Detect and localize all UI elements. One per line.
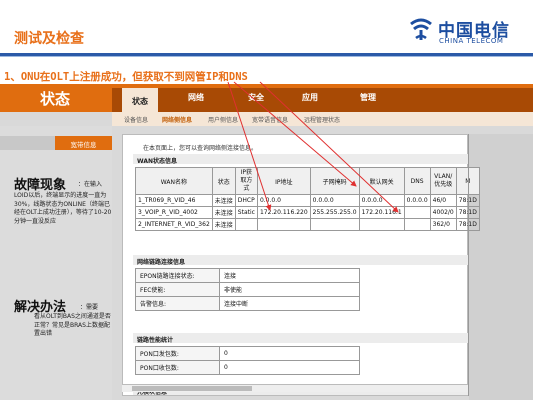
left-menu: 宽带信息	[0, 126, 112, 400]
link-table: EPON链路连接状态: 连接 FEC使能: 非使能 告警信息: 连接中断	[135, 268, 360, 311]
cell: 46/0	[429, 194, 457, 207]
cell: 0.0.0.0	[309, 194, 360, 207]
phenomenon-title: 故障现象	[14, 178, 67, 193]
phenomenon-lead: ：在输入	[78, 181, 103, 188]
cell: 172.20.116.220	[256, 206, 311, 219]
table-row: 2_INTERNET_R_VID_362 未连接 362/0 78:1D	[135, 218, 480, 231]
table-row: 1_TR069_R_VID_46 未连接 DHCP 0.0.0.0 0.0.0.…	[135, 194, 480, 207]
kv-key: PON口收包数:	[135, 360, 220, 375]
status-heading: 状态	[40, 90, 71, 108]
phenomenon-text: LOID以后，终端显示的进度一直为30%，线路状态为ONLINE（终端已经在OL…	[14, 192, 112, 225]
table-row: 3_VOIP_R_VID_4002 未连接 Static 172.20.116.…	[135, 206, 480, 219]
sub-nav: 设备信息 网络侧信息 用户侧信息 宽带语音信息 远程管理状态	[112, 112, 533, 126]
subtab-network-info[interactable]: 网络侧信息	[162, 115, 192, 124]
col-header: 状态	[211, 167, 236, 195]
kv-value: 连接中断	[219, 296, 360, 311]
subtab-remote-mgmt[interactable]: 远程管理状态	[304, 115, 340, 124]
cell: 3_VOIP_R_VID_4002	[135, 206, 213, 219]
col-header: VLAN/优先级	[429, 167, 457, 195]
table-row: 告警信息: 连接中断	[135, 296, 360, 311]
col-header: 默认网关	[358, 167, 405, 195]
cell: 2_INTERNET_R_VID_362	[135, 218, 213, 231]
horizontal-scrollbar[interactable]	[122, 384, 468, 392]
col-header: 子网掩码	[309, 167, 360, 195]
tab-status[interactable]: 状态	[122, 88, 158, 112]
cell: 362/0	[429, 218, 457, 231]
kv-value: 0	[219, 346, 360, 361]
telecom-logo-icon	[410, 18, 432, 40]
col-header: WAN名称	[135, 167, 213, 195]
cell	[256, 218, 311, 231]
solution-text: 看从OLT到BAS之间通道是否正常？常见是BRAS上数据配置出错	[34, 313, 111, 337]
wan-section-title: WAN状态信息	[133, 154, 469, 165]
cell: 4002/0	[429, 206, 457, 219]
table-row: EPON链路连接状态: 连接	[135, 268, 360, 283]
col-header: IP获取方式	[234, 167, 258, 195]
kv-key: PON口发包数:	[135, 346, 220, 361]
tab-application[interactable]: 应用	[302, 92, 318, 103]
page-hint: 在本页面上，您可以查询网络侧连接信息。	[143, 145, 258, 152]
tab-network[interactable]: 网络	[188, 92, 204, 103]
cell: 未连接	[211, 218, 236, 231]
logo-english-text: CHINA TELECOM	[439, 37, 504, 45]
col-header: DNS	[403, 167, 431, 195]
col-header: IP地址	[256, 167, 311, 195]
subtab-user-info[interactable]: 用户侧信息	[208, 115, 238, 124]
left-menu-item[interactable]: 宽带信息	[55, 136, 112, 150]
cell: 未连接	[211, 194, 236, 207]
cell	[309, 218, 360, 231]
perf-table: PON口发包数: 0 PON口收包数: 0	[135, 346, 360, 375]
left-menu-spacer	[0, 136, 55, 150]
main-nav: 状态 网络 安全 应用 管理	[112, 88, 533, 112]
router-admin-ui: 状态 状态 网络 安全 应用 管理 设备信息 网络侧信息 用户侧信息 宽带语音信…	[0, 84, 533, 400]
router-topbar: 状态 状态 网络 安全 应用 管理	[0, 84, 533, 112]
subtab-device-info[interactable]: 设备信息	[124, 115, 148, 124]
link-section-title: 网络链路连接信息	[133, 255, 469, 266]
cell: DHCP	[234, 194, 258, 207]
perf-section-title: 链路性能统计	[133, 333, 469, 344]
kv-key: EPON链路连接状态:	[135, 268, 220, 283]
cell: 0.0.0.0	[358, 194, 405, 207]
kv-value: 0	[219, 360, 360, 375]
cell: 未连接	[211, 206, 236, 219]
cell	[234, 218, 258, 231]
table-row: FEC使能: 非使能	[135, 282, 360, 297]
tab-management[interactable]: 管理	[360, 92, 376, 103]
cell: 0.0.0.0	[403, 194, 431, 207]
cell	[403, 206, 431, 219]
panel-border	[468, 134, 469, 396]
kv-key: 告警信息:	[135, 296, 220, 311]
cell: 1_TR069_R_VID_46	[135, 194, 213, 207]
cell	[403, 218, 431, 231]
solution-lead: ：需要	[80, 304, 99, 311]
cell: 172.20.116.1	[358, 206, 405, 219]
kv-value: 连接	[219, 268, 360, 283]
kv-key: FEC使能:	[135, 282, 220, 297]
table-row: PON口收包数: 0	[135, 360, 360, 375]
slide-subtitle: 1、ONU在OLT上注册成功，但获取不到网管IP和DNS	[4, 71, 248, 83]
cell	[358, 218, 405, 231]
wan-table: WAN名称 状态 IP获取方式 IP地址 子网掩码 默认网关 DNS VLAN/…	[135, 167, 480, 231]
header-divider-thin	[0, 56, 533, 57]
china-telecom-logo: 中国电信 CHINA TELECOM	[408, 14, 524, 50]
wan-table-header: WAN名称 状态 IP获取方式 IP地址 子网掩码 默认网关 DNS VLAN/…	[135, 167, 480, 195]
subtab-voice-info[interactable]: 宽带语音信息	[252, 115, 288, 124]
scroll-thumb[interactable]	[132, 386, 252, 391]
slide-title: 测试及检查	[14, 31, 84, 47]
tab-security[interactable]: 安全	[248, 92, 264, 103]
kv-value: 非使能	[219, 282, 360, 297]
content-panel: 在本页面上，您可以查询网络侧连接信息。 WAN状态信息 WAN名称 状态 IP获…	[122, 134, 480, 396]
cell: 255.255.255.0	[309, 206, 360, 219]
table-row: PON口发包数: 0	[135, 346, 360, 361]
cell: 0.0.0.0	[256, 194, 311, 207]
cell: Static	[234, 206, 258, 219]
